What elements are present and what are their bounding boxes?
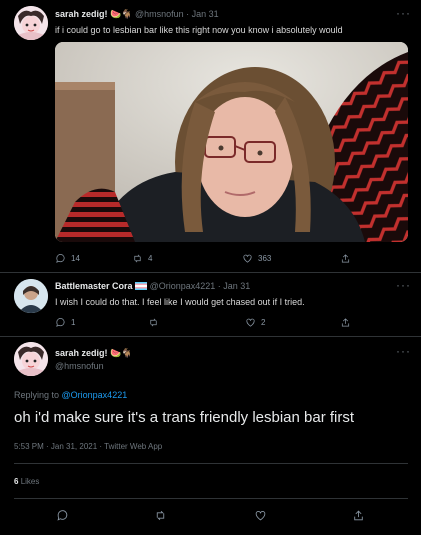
tweet-photo[interactable] — [55, 42, 408, 242]
handle[interactable]: @hmsnofun — [55, 361, 104, 371]
reply-icon — [56, 317, 65, 327]
tweet-header: sarah zedig! 🍉🐐 @hmsnofun · Jan 31 — [55, 9, 219, 20]
reply-icon — [56, 253, 65, 263]
author-name: sarah zedig! 🍉🐐 — [55, 348, 132, 359]
share-button[interactable] — [352, 509, 365, 522]
divider — [14, 498, 408, 499]
more-options-icon[interactable]: ··· — [396, 344, 411, 358]
likes-summary[interactable]: 6 Likes — [14, 477, 39, 486]
share-button[interactable] — [340, 317, 351, 328]
heart-icon — [243, 254, 252, 263]
name-emojis: 🍉🐐 — [110, 348, 133, 358]
reply-icon — [57, 509, 68, 521]
likes-count: 6 — [14, 477, 19, 486]
tweet-text: if i could go to lesbian bar like this r… — [55, 25, 343, 35]
replying-to: Replying to @Orionpax4221 — [14, 390, 127, 400]
retweet-button[interactable] — [148, 317, 164, 328]
reply-count: 1 — [71, 317, 76, 327]
like-button[interactable]: 363 — [242, 253, 271, 264]
retweet-icon — [150, 318, 157, 326]
replying-to-link[interactable]: @Orionpax4221 — [62, 390, 128, 400]
tweet-focused[interactable]: sarah zedig! 🍉🐐 @hmsnofun ··· Replying t… — [0, 337, 421, 535]
display-name[interactable]: sarah zedig! — [55, 348, 108, 358]
heart-icon — [246, 318, 255, 327]
heart-icon — [255, 510, 266, 520]
share-icon — [341, 253, 350, 263]
share-button[interactable] — [340, 253, 351, 264]
display-name[interactable]: sarah zedig! — [55, 9, 108, 19]
avatar-sarah[interactable] — [14, 6, 48, 40]
likes-label: Likes — [20, 477, 40, 486]
tweet-first[interactable]: sarah zedig! 🍉🐐 @hmsnofun · Jan 31 ··· i… — [0, 0, 421, 272]
more-options-icon[interactable]: ··· — [396, 278, 411, 292]
retweet-icon — [156, 510, 165, 520]
tweet-actions: 1 2 — [55, 315, 408, 329]
avatar-cora[interactable] — [14, 279, 48, 313]
focused-tweet-text: oh i'd make sure it's a trans friendly l… — [14, 409, 355, 426]
tweet-text: I wish I could do that. I feel like I wo… — [55, 297, 305, 307]
replying-prefix: Replying to — [14, 390, 62, 400]
retweet-count: 4 — [148, 253, 153, 263]
share-icon — [341, 317, 350, 327]
divider — [14, 463, 408, 464]
like-button[interactable]: 2 — [245, 317, 265, 328]
reply-button[interactable] — [56, 509, 69, 522]
like-button[interactable] — [254, 509, 267, 522]
share-icon — [354, 510, 363, 520]
tweet-date[interactable]: · Jan 31 — [218, 281, 251, 291]
name-emojis: 🍉🐐 — [110, 9, 133, 19]
reply-count: 14 — [71, 253, 80, 263]
retweet-icon — [134, 254, 141, 262]
tweet-date[interactable]: · Jan 31 — [186, 9, 219, 19]
display-name[interactable]: Battlemaster Cora — [55, 281, 133, 291]
tweet-second[interactable]: Battlemaster Cora @Orionpax4221 · Jan 31… — [0, 273, 421, 335]
focused-tweet-actions — [14, 508, 408, 522]
reply-button[interactable]: 14 — [55, 253, 80, 264]
like-count: 2 — [261, 317, 266, 327]
handle[interactable]: @Orionpax4221 — [150, 281, 216, 291]
avatar-sarah[interactable] — [14, 342, 48, 376]
retweet-button[interactable] — [154, 509, 167, 522]
flag-icon — [135, 282, 148, 290]
reply-button[interactable]: 1 — [55, 317, 75, 328]
like-count: 363 — [258, 253, 272, 263]
retweet-button[interactable]: 4 — [132, 253, 152, 264]
more-options-icon[interactable]: ··· — [396, 6, 411, 20]
tweet-actions: 14 4 363 — [55, 251, 408, 265]
tweet-timestamp[interactable]: 5:53 PM · Jan 31, 2021 · Twitter Web App — [14, 442, 162, 451]
tweet-header: Battlemaster Cora @Orionpax4221 · Jan 31 — [55, 281, 250, 291]
handle[interactable]: @hmsnofun — [135, 9, 184, 19]
